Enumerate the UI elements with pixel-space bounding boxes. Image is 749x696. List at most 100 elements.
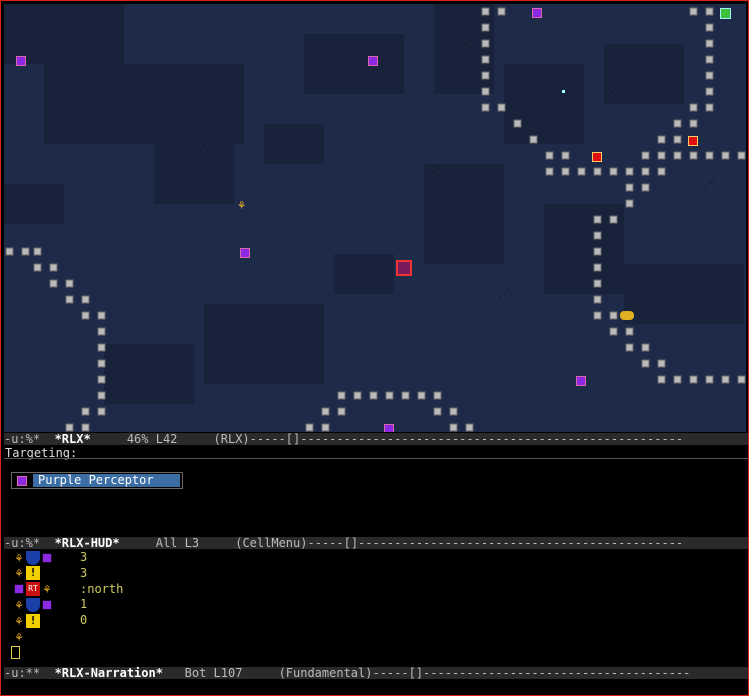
modeline-hud: -u:%* *RLX-HUD* All L3 (CellMenu)-----[]… (4, 537, 748, 549)
shadow-patch (624, 264, 744, 324)
wall-tile (593, 295, 602, 304)
wall-tile (497, 103, 506, 112)
wall-tile (641, 167, 650, 176)
red-enemy-icon[interactable] (688, 136, 698, 146)
wall-tile (673, 151, 682, 160)
wall-tile (705, 39, 714, 48)
purple-perceptor-icon[interactable] (16, 56, 26, 66)
wall-tile (657, 151, 666, 160)
buffer-position: Bot L107 (184, 666, 243, 680)
target-cursor-icon[interactable] (396, 260, 412, 276)
sparkle-icon (562, 90, 565, 93)
wall-tile (609, 311, 618, 320)
wall-tile (65, 423, 74, 432)
wall-tile (433, 407, 442, 416)
rubble-icon: ⋰ (498, 287, 510, 301)
wall-tile (641, 151, 650, 160)
wall-tile (689, 375, 698, 384)
purple-gem-icon (42, 600, 52, 610)
purple-perceptor-icon[interactable] (576, 376, 586, 386)
rt-icon: RT (26, 582, 40, 597)
wall-tile (97, 311, 106, 320)
wall-tile (705, 71, 714, 80)
wall-tile (593, 231, 602, 240)
player-icon[interactable]: ⚘ (238, 199, 245, 211)
hud-row-value: 0 (80, 613, 88, 628)
game-map[interactable]: ⋰ ⋰ ⋰ ⋰ ⋰ ⋰ ⚘ (4, 4, 746, 432)
shadow-patch (334, 254, 394, 294)
red-enemy-icon[interactable] (592, 152, 602, 162)
hud-row[interactable]: ⚘ (12, 629, 80, 644)
wall-tile (689, 119, 698, 128)
wall-tile (417, 391, 426, 400)
wall-tile (433, 391, 442, 400)
wall-tile (513, 119, 522, 128)
purple-perceptor-icon[interactable] (532, 8, 542, 18)
wall-tile (321, 423, 330, 432)
wall-tile (657, 359, 666, 368)
buffer-name[interactable]: *RLX-Narration* (55, 666, 163, 680)
wall-tile (705, 375, 714, 384)
wall-tile (641, 183, 650, 192)
purple-perceptor-icon[interactable] (240, 248, 250, 258)
wall-tile (657, 135, 666, 144)
rubble-icon: ⋰ (610, 81, 622, 95)
wall-tile (81, 407, 90, 416)
major-mode: (CellMenu)-----[]-----------------------… (235, 536, 684, 550)
modeline-status: -u:%* (4, 432, 41, 446)
purple-perceptor-icon (17, 476, 27, 486)
wall-tile (705, 87, 714, 96)
player-icon: ⚘ (15, 613, 23, 628)
wall-tile (97, 359, 106, 368)
wall-tile (705, 55, 714, 64)
wall-tile (481, 103, 490, 112)
wall-tile (353, 391, 362, 400)
shadow-patch (604, 44, 684, 104)
yellow-creature-icon[interactable] (620, 311, 634, 320)
hud-row[interactable]: ⚘ 1 (12, 597, 87, 612)
wall-tile (609, 215, 618, 224)
wall-tile (593, 263, 602, 272)
green-item-icon[interactable] (720, 8, 731, 19)
wall-tile (337, 391, 346, 400)
wall-tile (593, 311, 602, 320)
shadow-patch (264, 124, 324, 164)
purple-perceptor-icon[interactable] (368, 56, 378, 66)
shadow-patch (44, 64, 244, 144)
buffer-name[interactable]: *RLX-HUD* (55, 536, 120, 550)
purple-perceptor-icon[interactable] (384, 424, 394, 432)
buffer-name[interactable]: *RLX* (55, 432, 91, 446)
wall-tile (81, 295, 90, 304)
hud-row[interactable]: ⚘! 0 (12, 613, 87, 628)
wall-tile (481, 71, 490, 80)
shadow-patch (4, 184, 64, 224)
hud-row[interactable]: ⚘! 3 (12, 565, 87, 581)
wall-tile (305, 423, 314, 432)
wall-tile (609, 327, 618, 336)
hud-row[interactable]: ⚘ 3 (12, 550, 87, 565)
wall-tile (97, 375, 106, 384)
wall-tile (49, 263, 58, 272)
shadow-patch (104, 344, 194, 404)
wall-tile (49, 279, 58, 288)
wall-tile (705, 103, 714, 112)
wall-tile (657, 375, 666, 384)
wall-tile (737, 375, 746, 384)
target-menu[interactable]: Purple Perceptor (11, 472, 183, 489)
hud-row[interactable]: RT ⚘:north (12, 581, 123, 597)
shadow-patch (4, 4, 124, 64)
wall-tile (81, 423, 90, 432)
wall-tile (577, 167, 586, 176)
hud-row-value: 1 (80, 597, 88, 612)
rubble-icon: ⋰ (432, 161, 444, 175)
wall-tile (689, 7, 698, 16)
shadow-patch (424, 164, 504, 264)
wall-tile (721, 151, 730, 160)
wall-tile (737, 151, 746, 160)
wall-tile (545, 151, 554, 160)
wall-tile (641, 359, 650, 368)
map-canvas: ⋰ ⋰ ⋰ ⋰ ⋰ ⋰ (4, 4, 746, 432)
wall-tile (609, 167, 618, 176)
wall-tile (625, 343, 634, 352)
target-menu-item-selected[interactable]: Purple Perceptor (33, 474, 180, 487)
